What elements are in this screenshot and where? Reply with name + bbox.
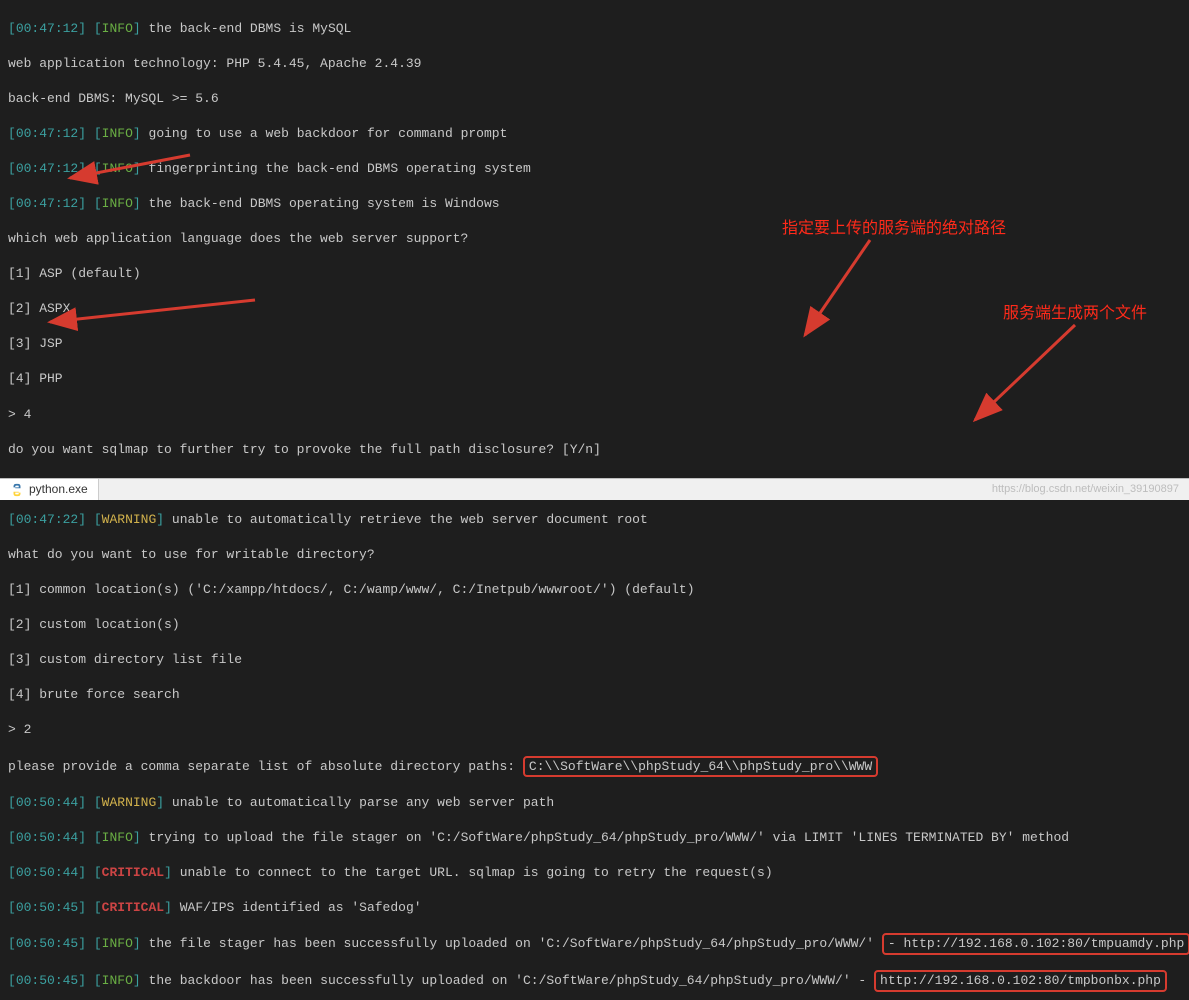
prompt-question: which web application language does the … [8, 230, 1181, 248]
log-line: back-end DBMS: MySQL >= 5.6 [8, 90, 1181, 108]
option-item: [1] common location(s) ('C:/xampp/htdocs… [8, 581, 1181, 599]
option-item: [2] custom location(s) [8, 616, 1181, 634]
python-icon [10, 483, 24, 497]
user-answer: > 4 [8, 406, 1181, 424]
log-line: [00:50:45] [INFO] the backdoor has been … [8, 971, 1181, 991]
option-item: [2] ASPX [8, 300, 1181, 318]
log-line: [00:50:45] [CRITICAL] WAF/IPS identified… [8, 899, 1181, 917]
taskbar-tab-label: python.exe [29, 481, 88, 497]
log-line: web application technology: PHP 5.4.45, … [8, 55, 1181, 73]
prompt-question: what do you want to use for writable dir… [8, 546, 1181, 564]
watermark-text: https://blog.csdn.net/weixin_39190897 [992, 482, 1189, 497]
option-item: [3] JSP [8, 335, 1181, 353]
option-item: [1] ASP (default) [8, 265, 1181, 283]
taskbar: python.exe https://blog.csdn.net/weixin_… [0, 478, 1189, 500]
taskbar-tab-python[interactable]: python.exe [0, 479, 99, 500]
log-line: [00:50:44] [CRITICAL] unable to connect … [8, 864, 1181, 882]
log-line: [00:47:12] [INFO] fingerprinting the bac… [8, 160, 1181, 178]
option-item: [4] brute force search [8, 686, 1181, 704]
user-answer: > 2 [8, 721, 1181, 739]
log-line: [00:50:44] [WARNING] unable to automatic… [8, 794, 1181, 812]
highlight-box-url: http://192.168.0.102:80/tmpbonbx.php [874, 970, 1167, 992]
highlight-box-url: - http://192.168.0.102:80/tmpuamdy.php [882, 933, 1189, 955]
highlight-box-path: C:\\SoftWare\\phpStudy_64\\phpStudy_pro\… [523, 756, 878, 778]
log-line: [00:47:12] [INFO] going to use a web bac… [8, 125, 1181, 143]
log-line: [00:47:22] [WARNING] unable to automatic… [8, 511, 1181, 529]
terminal-output[interactable]: [00:47:12] [INFO] the back-end DBMS is M… [0, 0, 1189, 1000]
log-line: [00:50:44] [INFO] trying to upload the f… [8, 829, 1181, 847]
option-item: [4] PHP [8, 370, 1181, 388]
option-item: [3] custom directory list file [8, 651, 1181, 669]
prompt-question: please provide a comma separate list of … [8, 757, 1181, 777]
prompt-question: do you want sqlmap to further try to pro… [8, 441, 1181, 459]
log-line: [00:47:12] [INFO] the back-end DBMS is M… [8, 20, 1181, 38]
log-line: [00:50:45] [INFO] the file stager has be… [8, 934, 1181, 954]
log-line: [00:47:12] [INFO] the back-end DBMS oper… [8, 195, 1181, 213]
